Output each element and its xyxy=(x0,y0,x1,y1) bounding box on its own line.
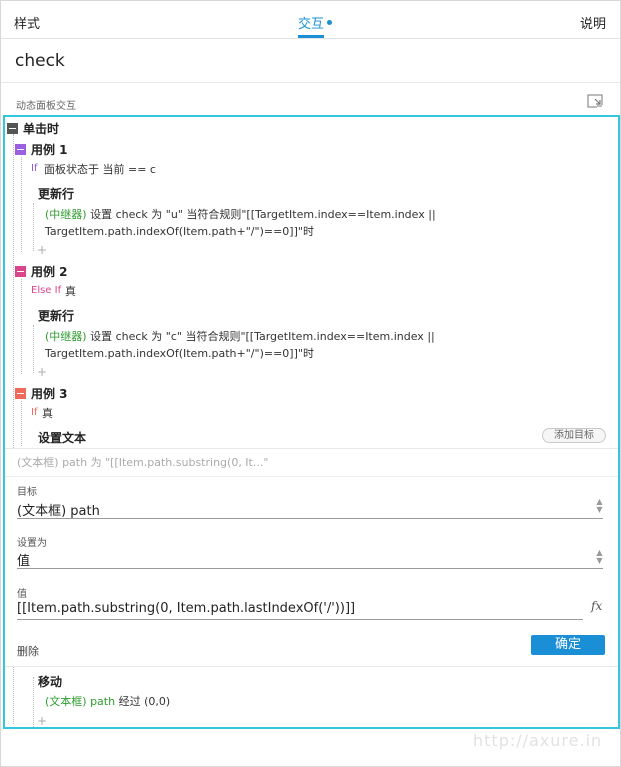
action-description[interactable]: (中继器) 设置 check 为 "u" 当符合规则"[[TargetItem.… xyxy=(45,206,436,240)
tab-help[interactable]: 说明 xyxy=(580,13,606,32)
section-title: 动态面板交互 xyxy=(16,101,76,112)
action-line: TargetItem.path.indexOf(Item.path+"/")==… xyxy=(45,347,314,360)
field-underline xyxy=(17,619,583,620)
tree-line xyxy=(21,279,22,374)
expand-panel-icon[interactable] xyxy=(587,94,603,108)
set-as-select[interactable]: 值 xyxy=(17,550,30,569)
value-label: 值 xyxy=(17,589,27,600)
action-title[interactable]: 移动 xyxy=(38,673,62,690)
action-title[interactable]: 更新行 xyxy=(38,185,74,202)
tree-line xyxy=(33,677,34,727)
set-as-label: 设置为 xyxy=(17,538,47,549)
watermark: http://axure.in xyxy=(473,731,603,750)
collapse-icon[interactable] xyxy=(15,388,26,399)
collapse-icon[interactable] xyxy=(15,266,26,277)
action-target: (中继器) xyxy=(45,208,87,221)
tree-line xyxy=(21,157,22,252)
tree-line xyxy=(33,203,34,251)
case-label[interactable]: 用例 3 xyxy=(31,385,68,402)
tab-interact[interactable]: 交互 xyxy=(298,13,333,32)
tab-bar: 样式 交互 说明 xyxy=(1,1,620,39)
tab-underline xyxy=(298,35,324,38)
collapse-icon[interactable] xyxy=(15,144,26,155)
delete-button[interactable]: 删除 xyxy=(17,643,39,659)
field-underline xyxy=(17,568,603,569)
action-title[interactable]: 设置文本 xyxy=(38,429,86,446)
action-line: 设置 check 为 "c" 当符合规则"[[TargetItem.index=… xyxy=(90,330,435,343)
case-label[interactable]: 用例 1 xyxy=(31,141,68,158)
interaction-editor: 单击时 用例 1 If 面板状态于 当前 == c 更新行 (中继器) 设置 c… xyxy=(3,115,620,729)
action-summary: (文本框) path 为 "[[Item.path.substring(0, I… xyxy=(17,456,269,469)
action-title[interactable]: 更新行 xyxy=(38,307,74,324)
event-label[interactable]: 单击时 xyxy=(23,120,59,137)
condition-keyword: If xyxy=(31,407,38,418)
condition-text[interactable]: 面板状态于 当前 == c xyxy=(44,161,156,177)
field-underline xyxy=(17,518,603,519)
case-label[interactable]: 用例 2 xyxy=(31,263,68,280)
fx-icon[interactable]: fx xyxy=(591,599,602,613)
action-target: (中继器) xyxy=(45,330,87,343)
condition-text[interactable]: 真 xyxy=(42,405,53,421)
condition-text[interactable]: 真 xyxy=(65,283,76,299)
collapse-icon[interactable] xyxy=(7,123,18,134)
action-target: (文本框) path xyxy=(45,695,116,708)
target-select[interactable]: (文本框) path xyxy=(17,500,100,519)
confirm-button[interactable]: 确定 xyxy=(531,635,605,655)
action-description[interactable]: (中继器) 设置 check 为 "c" 当符合规则"[[TargetItem.… xyxy=(45,328,435,362)
spinner-icon[interactable]: ▲ ▼ xyxy=(595,498,604,514)
interaction-panel: 样式 交互 说明 check 动态面板交互 单击时 用例 1 If 面板状态于 … xyxy=(0,0,621,767)
add-action-icon[interactable]: + xyxy=(37,365,47,379)
action-line: TargetItem.path.indexOf(Item.path+"/")==… xyxy=(45,225,314,238)
active-dot-icon xyxy=(327,20,333,25)
tree-line xyxy=(33,325,34,373)
target-label: 目标 xyxy=(17,487,37,498)
widget-name[interactable]: check xyxy=(15,51,65,71)
action-editor-card: (文本框) path 为 "[[Item.path.substring(0, I… xyxy=(5,448,618,667)
divider xyxy=(5,476,618,477)
value-input[interactable]: [[Item.path.substring(0, Item.path.lastI… xyxy=(17,601,355,616)
tab-style[interactable]: 样式 xyxy=(14,13,40,32)
divider xyxy=(1,82,620,83)
add-action-icon[interactable]: + xyxy=(37,714,47,727)
tab-interact-label: 交互 xyxy=(298,17,325,32)
action-description[interactable]: (文本框) path 经过 (0,0) xyxy=(45,693,170,710)
tree-line xyxy=(21,401,22,446)
add-action-icon[interactable]: + xyxy=(37,243,47,257)
condition-keyword: Else If xyxy=(31,285,62,296)
spinner-icon[interactable]: ▲ ▼ xyxy=(595,549,604,565)
action-line: 经过 (0,0) xyxy=(118,695,171,708)
add-target-button[interactable]: 添加目标 xyxy=(542,428,606,443)
condition-keyword: If xyxy=(31,163,38,174)
action-line: 设置 check 为 "u" 当符合规则"[[TargetItem.index=… xyxy=(90,208,436,221)
